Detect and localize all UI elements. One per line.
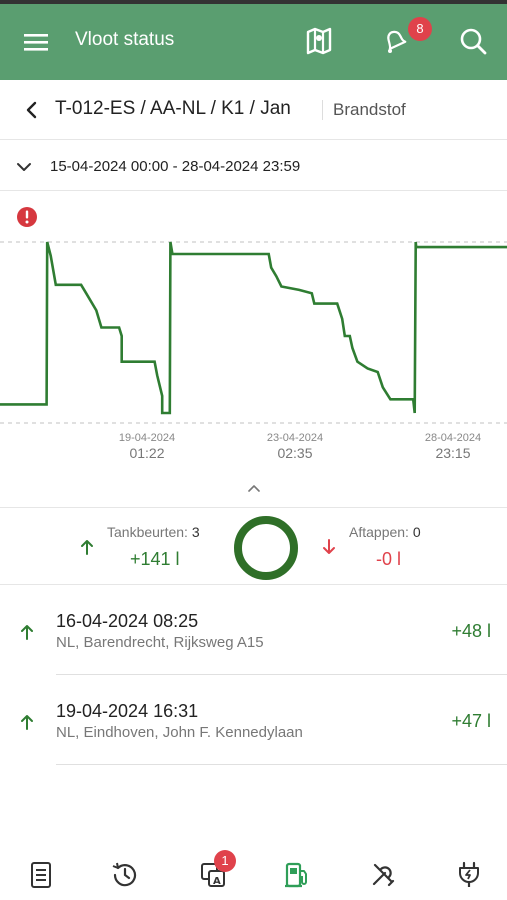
x-tick-date: 23-04-2024 xyxy=(267,432,323,444)
event-location: NL, Eindhoven, John F. Kennedylaan xyxy=(56,724,303,741)
drains-label-text: Aftappen: xyxy=(349,524,409,540)
menu-icon[interactable] xyxy=(22,28,52,56)
summary-ring xyxy=(234,516,298,580)
date-range-text: 15-04-2024 00:00 - 28-04-2024 23:59 xyxy=(50,158,301,175)
breadcrumb: T-012-ES / AA-NL / K1 / Jan xyxy=(55,98,291,119)
bell-icon[interactable] xyxy=(380,26,410,56)
x-tick-time: 01:22 xyxy=(129,445,164,461)
page-title: Vloot status xyxy=(75,29,175,50)
x-tick-date: 19-04-2024 xyxy=(119,432,175,444)
ev-charge-icon[interactable] xyxy=(454,860,484,890)
arrow-up-icon xyxy=(81,540,93,555)
tab-fuel[interactable]: Brandstof xyxy=(333,100,406,120)
status-strip xyxy=(0,0,507,4)
drains-count: 0 xyxy=(412,524,421,540)
fuel-icon[interactable] xyxy=(282,860,312,890)
nav-badge: 1 xyxy=(214,850,236,872)
fuel-level-line-chart: 19-04-202401:22 23-04-202402:35 28-04-2024… xyxy=(0,241,507,461)
event-location: NL, Barendrecht, Rijksweg A15 xyxy=(56,634,264,651)
refuels-label: Tankbeurten: 3 xyxy=(107,524,200,540)
date-range-selector[interactable]: 15-04-2024 00:00 - 28-04-2024 23:59 xyxy=(0,141,507,191)
fuel-summary: Tankbeurten: 3 +141 l Aftappen: 0 -0 l xyxy=(0,507,507,585)
app-bar: Vloot status 8 xyxy=(0,0,507,80)
alert-icon[interactable] xyxy=(16,206,38,228)
refuels-value: +141 l xyxy=(130,549,180,569)
map-icon[interactable] xyxy=(304,26,334,56)
x-axis-ticks: 19-04-202401:22 23-04-202402:35 28-04-2024… xyxy=(119,432,481,461)
chevron-down-icon[interactable] xyxy=(16,159,32,175)
arrow-up-icon xyxy=(21,715,33,730)
event-datetime: 19-04-2024 16:31 xyxy=(56,701,199,721)
chevron-up-icon[interactable] xyxy=(246,482,262,494)
arrow-down-icon xyxy=(323,539,335,554)
refuels-label-text: Tankbeurten: xyxy=(107,524,188,540)
x-tick-date: 28-04-2024 xyxy=(425,432,481,444)
drains-label: Aftappen: 0 xyxy=(349,524,421,540)
event-amount: +48 l xyxy=(451,621,491,641)
event-datetime: 16-04-2024 08:25 xyxy=(56,611,199,631)
bottom-navigation: A 1 xyxy=(0,840,507,900)
notification-badge: 8 xyxy=(408,17,432,41)
list-item[interactable]: 19-04-2024 16:31 NL, Eindhoven, John F. … xyxy=(0,676,507,766)
drains-value: -0 l xyxy=(376,549,402,569)
refuels-count: 3 xyxy=(191,524,200,540)
svg-text:A: A xyxy=(213,876,221,887)
arrow-up-icon xyxy=(21,625,33,640)
divider xyxy=(56,764,507,765)
breadcrumb-divider xyxy=(322,100,323,120)
breadcrumb-bar: T-012-ES / AA-NL / K1 / Jan Brandstof xyxy=(0,80,507,140)
divider xyxy=(56,674,507,675)
search-icon[interactable] xyxy=(458,26,488,56)
back-arrow-icon[interactable] xyxy=(22,98,42,122)
x-tick-time: 23:15 xyxy=(435,445,470,461)
history-icon[interactable] xyxy=(110,860,140,890)
tools-icon[interactable] xyxy=(368,860,398,890)
document-icon[interactable] xyxy=(26,860,56,890)
fuel-chart: 19-04-2024 01:22 23-04-2024 02:35 28-04-2024… xyxy=(0,192,507,507)
event-amount: +47 l xyxy=(451,711,491,731)
list-item[interactable]: 16-04-2024 08:25 NL, Barendrecht, Rijksw… xyxy=(0,586,507,676)
fuel-level-series xyxy=(0,241,507,415)
x-tick-time: 02:35 xyxy=(277,445,312,461)
